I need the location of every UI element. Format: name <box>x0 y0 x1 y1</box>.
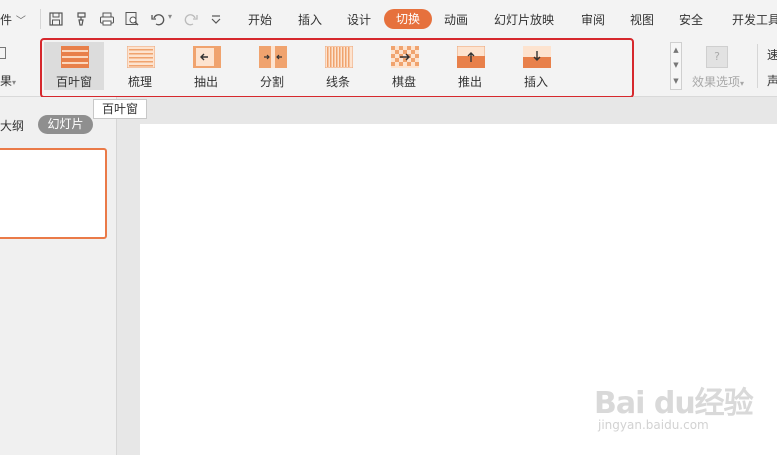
effect-options-button[interactable]: ? 效果选项▾ <box>686 42 750 90</box>
toolbar-separator <box>40 9 41 29</box>
watermark: Bai du经验 jingyan.baidu.com <box>594 370 754 440</box>
print-icon[interactable] <box>99 11 115 27</box>
effect-options-text: 效果选项 <box>691 75 740 89</box>
tab-security[interactable]: 安全 <box>679 11 703 28</box>
watermark-logo: Bai du经验 <box>594 386 754 421</box>
undo-icon[interactable] <box>150 11 166 27</box>
sound-label[interactable]: 声 <box>767 72 777 89</box>
tab-insert[interactable]: 插入 <box>298 11 322 28</box>
annotation-highlight-box <box>40 38 634 98</box>
effect-options-label: 效果选项▾ <box>686 73 750 90</box>
effect-options-icon: ? <box>706 46 728 68</box>
redo-icon[interactable] <box>183 11 199 27</box>
speed-label[interactable]: 速 <box>767 46 777 63</box>
save-icon[interactable] <box>48 11 64 27</box>
print-preview-icon[interactable] <box>124 11 140 27</box>
tab-review[interactable]: 审阅 <box>581 11 605 28</box>
undo-dropdown-icon[interactable]: ▾ <box>168 12 172 21</box>
tab-outline[interactable]: 大纲 <box>0 117 24 134</box>
effect-stub-icon[interactable] <box>0 47 6 59</box>
gallery-scrollbar[interactable]: ▲ ▼ ▼ <box>670 42 682 90</box>
watermark-url: jingyan.baidu.com <box>598 418 709 432</box>
customize-icon[interactable] <box>208 11 224 27</box>
tab-animation[interactable]: 动画 <box>444 11 468 28</box>
file-menu[interactable]: 件 ﹀ <box>0 11 26 28</box>
chevron-down-icon: ▾ <box>12 78 17 87</box>
gallery-expand-icon[interactable]: ▼ <box>671 74 681 89</box>
tooltip: 百叶窗 <box>93 99 147 119</box>
tab-slides[interactable]: 幻灯片 <box>38 115 93 134</box>
scroll-down-icon[interactable]: ▼ <box>671 58 681 73</box>
scroll-up-icon[interactable]: ▲ <box>671 43 681 58</box>
tab-home[interactable]: 开始 <box>248 11 272 28</box>
tab-slideshow[interactable]: 幻灯片放映 <box>494 11 554 28</box>
tab-transitions[interactable]: 切换 <box>384 9 432 29</box>
chevron-down-icon: ▾ <box>740 79 745 88</box>
chevron-down-icon: ﹀ <box>15 16 26 27</box>
ribbon-separator <box>757 44 758 88</box>
tab-design[interactable]: 设计 <box>347 11 371 28</box>
file-menu-label: 件 <box>0 13 13 27</box>
effect-stub-text: 果 <box>0 74 13 88</box>
effect-stub-label[interactable]: 果▾ <box>0 72 16 89</box>
slide-thumbnail[interactable] <box>0 148 107 239</box>
format-painter-icon[interactable] <box>74 11 90 27</box>
tab-view[interactable]: 视图 <box>630 11 654 28</box>
tab-developer[interactable]: 开发工具 <box>732 11 777 28</box>
